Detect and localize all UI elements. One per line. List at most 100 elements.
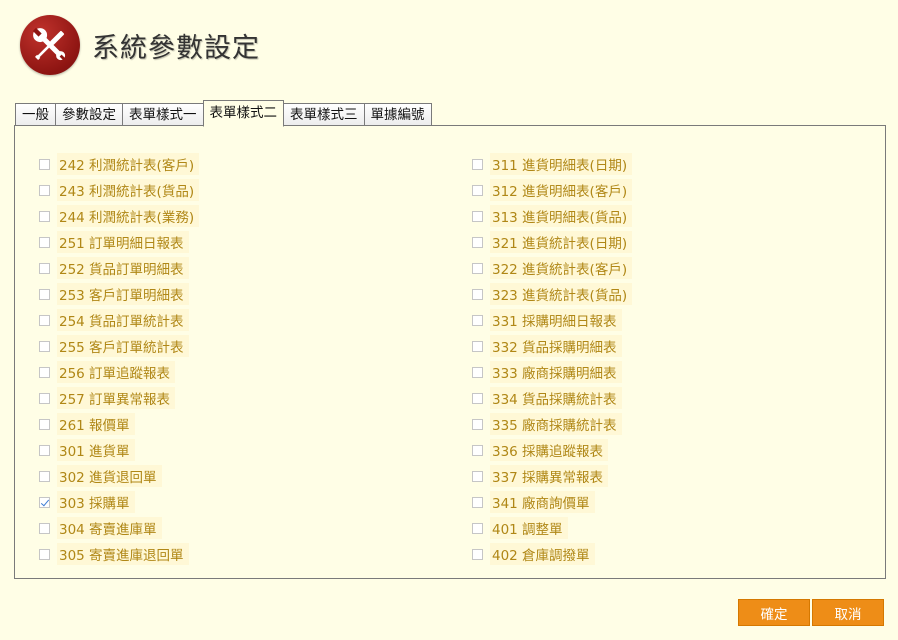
checkbox-item[interactable]: 335 廠商採購統計表 [472,411,632,437]
checkbox-label: 311 進貨明細表(日期) [490,153,633,175]
checkbox-label: 312 進貨明細表(客戶) [490,179,633,201]
checkbox-item[interactable]: 303 採購單 [39,489,199,515]
checkbox[interactable] [472,470,483,482]
checkbox[interactable] [39,418,50,430]
checkbox[interactable] [39,392,50,404]
checkbox-item[interactable]: 323 進貨統計表(貨品) [472,281,633,307]
checkbox-label: 256 訂單追蹤報表 [57,361,176,383]
checkbox-item[interactable]: 304 寄賣進庫單 [39,515,199,541]
checkbox-item[interactable]: 332 貨品採購明細表 [472,333,632,359]
checkbox-item[interactable]: 261 報價單 [39,411,199,437]
checkbox-item[interactable]: 244 利潤統計表(業務) [39,203,200,229]
checkbox[interactable] [472,392,483,404]
checkbox-label: 243 利潤統計表(貨品) [57,179,200,201]
checkbox-item[interactable]: 255 客戶訂單統計表 [39,333,199,359]
checkbox[interactable] [472,314,483,326]
tab-document-numbering[interactable]: 單據編號 [363,103,432,126]
checkbox-label: 252 貨品訂單明細表 [57,257,189,279]
checkbox-label: 305 寄賣進庫退回單 [57,543,189,565]
checkbox-label: 242 利潤統計表(客戶) [57,153,200,175]
checkbox[interactable] [39,496,50,508]
checkbox[interactable] [39,288,50,300]
checkbox[interactable] [39,262,50,274]
checkbox-item[interactable]: 254 貨品訂單統計表 [39,307,199,333]
checkbox-label: 313 進貨明細表(貨品) [490,205,633,227]
checkbox-item[interactable]: 341 廠商詢價單 [472,489,632,515]
checkbox-item[interactable]: 313 進貨明細表(貨品) [472,203,633,229]
checkbox-label: 254 貨品訂單統計表 [57,309,189,331]
page-header: 系統參數設定 [20,14,260,76]
checkbox-item[interactable]: 242 利潤統計表(客戶) [39,151,200,177]
checkbox-item[interactable]: 401 調整單 [472,515,632,541]
checkbox[interactable] [472,340,483,352]
checkbox[interactable] [39,210,50,222]
checkbox-item[interactable]: 322 進貨統計表(客戶) [472,255,633,281]
checkbox-label: 244 利潤統計表(業務) [57,205,200,227]
tab-form-style-3[interactable]: 表單樣式三 [284,103,364,126]
checkbox-label: 303 採購單 [57,491,135,513]
checkbox-item[interactable]: 331 採購明細日報表 [472,307,632,333]
checkbox-label: 323 進貨統計表(貨品) [490,283,633,305]
checkbox-label: 337 採購異常報表 [490,465,609,487]
checkbox[interactable] [472,184,483,196]
checkbox-label: 302 進貨退回單 [57,465,162,487]
tab-form-style-1[interactable]: 表單樣式一 [122,103,203,126]
checkbox[interactable] [39,158,50,170]
checkbox-item[interactable]: 333 廠商採購明細表 [472,359,632,385]
checkbox[interactable] [472,548,483,560]
checkbox[interactable] [472,444,483,456]
checkbox[interactable] [39,522,50,534]
checkbox[interactable] [39,366,50,378]
checkbox-label: 322 進貨統計表(客戶) [490,257,633,279]
checkbox-label: 257 訂單異常報表 [57,387,176,409]
checkbox[interactable] [472,522,483,534]
confirm-button[interactable]: 確定 [738,599,810,626]
checkbox-label: 304 寄賣進庫單 [57,517,162,539]
checkbox[interactable] [39,470,50,482]
checkbox-item[interactable]: 256 訂單追蹤報表 [39,359,199,385]
checkbox-item[interactable]: 301 進貨單 [39,437,199,463]
checkbox-item[interactable]: 251 訂單明細日報表 [39,229,199,255]
checkbox[interactable] [472,496,483,508]
checkbox-label: 301 進貨單 [57,439,135,461]
cancel-button[interactable]: 取消 [812,599,884,626]
checkbox[interactable] [472,418,483,430]
checkbox-item[interactable]: 334 貨品採購統計表 [472,385,632,411]
checkbox[interactable] [472,236,483,248]
tab-general[interactable]: 一般 [15,103,55,126]
right-checkbox-list: 311 進貨明細表(日期) 312 進貨明細表(客戶) 313 進貨明細表(貨品) 3… [472,151,633,567]
checkbox[interactable] [39,548,50,560]
checkbox-item[interactable]: 311 進貨明細表(日期) [472,151,633,177]
checkbox-item[interactable]: 243 利潤統計表(貨品) [39,177,200,203]
checkbox[interactable] [39,314,50,326]
tab-form-style-2[interactable]: 表單樣式二 [202,100,284,127]
checkbox-item[interactable]: 257 訂單異常報表 [39,385,199,411]
checkbox-label: 336 採購追蹤報表 [490,439,609,461]
checkbox-item[interactable]: 337 採購異常報表 [472,463,632,489]
tab-bar: 一般 參數設定 表單樣式一 表單樣式二 表單樣式三 單據編號 [15,100,432,127]
checkbox-item[interactable]: 253 客戶訂單明細表 [39,281,199,307]
checkbox-item[interactable]: 252 貨品訂單明細表 [39,255,199,281]
checkbox-item[interactable]: 312 進貨明細表(客戶) [472,177,633,203]
checkbox[interactable] [39,184,50,196]
checkbox-item[interactable]: 305 寄賣進庫退回單 [39,541,199,567]
tools-icon [20,15,80,75]
checkbox-label: 251 訂單明細日報表 [57,231,189,253]
checkbox[interactable] [39,236,50,248]
checkbox-item[interactable]: 336 採購追蹤報表 [472,437,632,463]
checkbox[interactable] [39,340,50,352]
checkbox[interactable] [472,288,483,300]
checkbox[interactable] [472,210,483,222]
left-checkbox-list: 242 利潤統計表(客戶) 243 利潤統計表(貨品) 244 利潤統計表(業務) 2… [39,151,200,567]
checkbox[interactable] [472,262,483,274]
tab-parameter-settings[interactable]: 參數設定 [55,103,122,126]
checkbox-item[interactable]: 402 倉庫調撥單 [472,541,632,567]
checkbox[interactable] [472,366,483,378]
checkbox-item[interactable]: 302 進貨退回單 [39,463,199,489]
checkbox[interactable] [472,158,483,170]
checkbox-label: 333 廠商採購明細表 [490,361,622,383]
checkbox-label: 332 貨品採購明細表 [490,335,622,357]
checkbox[interactable] [39,444,50,456]
checkbox-item[interactable]: 321 進貨統計表(日期) [472,229,633,255]
checkbox-label: 261 報價單 [57,413,135,435]
